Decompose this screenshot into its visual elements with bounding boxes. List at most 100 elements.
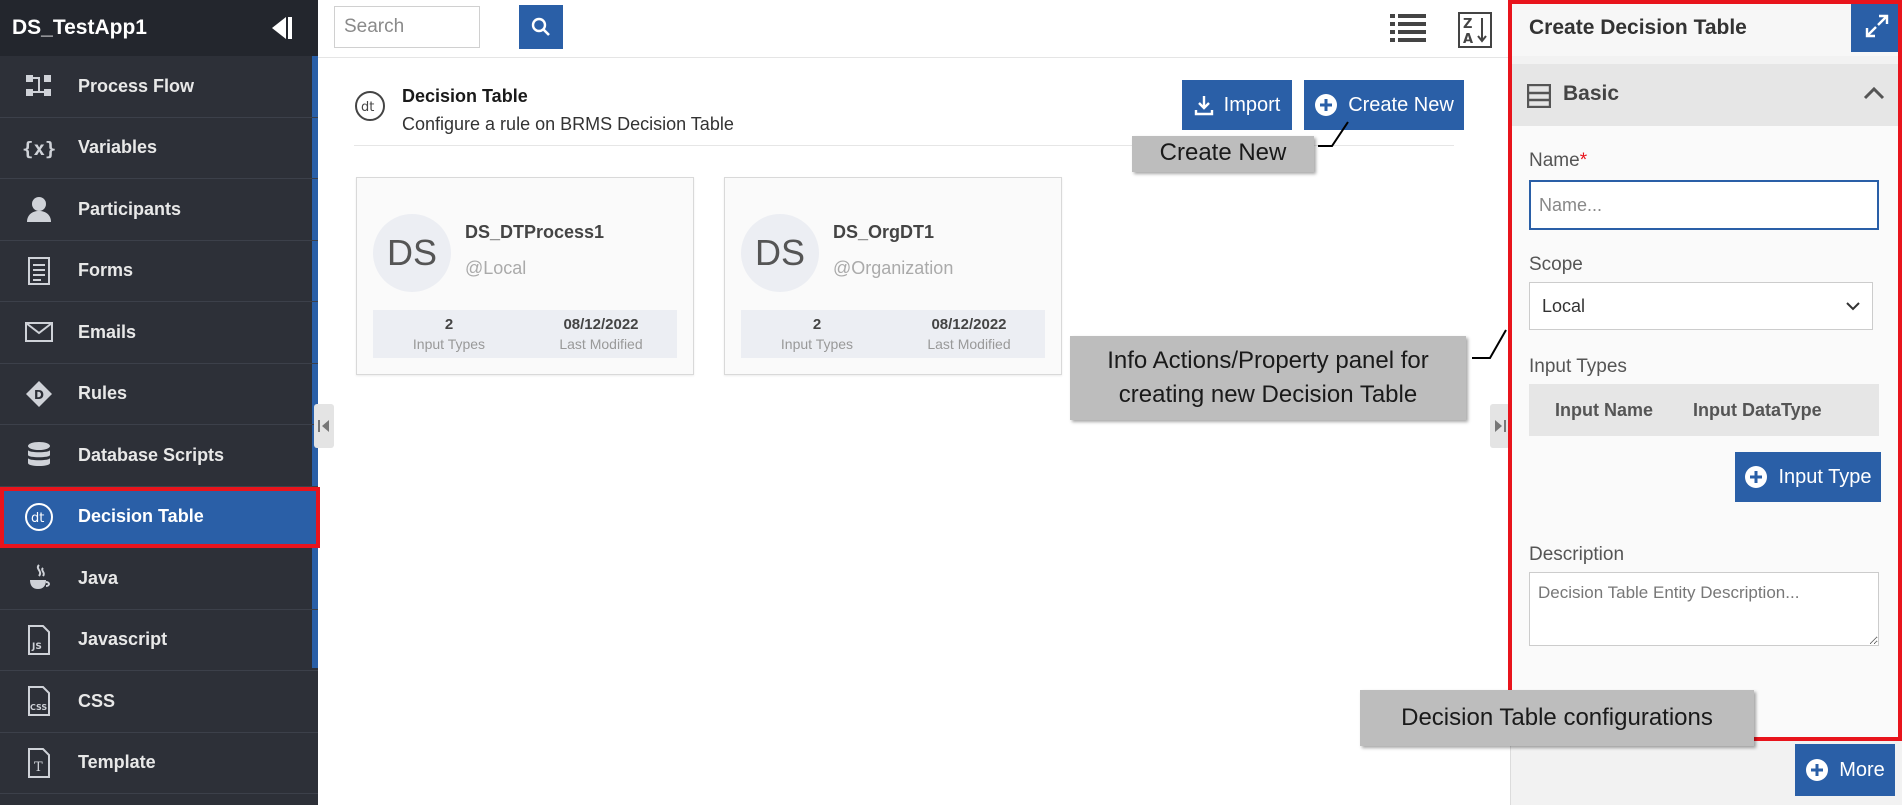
avatar: DS (373, 214, 451, 292)
sidebar-item-label: Java (78, 567, 119, 588)
top-toolbar: ZA (318, 0, 1510, 58)
sort-alpha-icon: ZA (1458, 12, 1492, 48)
sort-button[interactable]: ZA (1458, 12, 1492, 48)
svg-text:dt: dt (31, 511, 44, 526)
app-title: DS_TestApp1 (12, 16, 147, 39)
sidebar: DS_TestApp1 Process Flow {x} Variables P… (0, 0, 320, 805)
search-button[interactable] (519, 5, 563, 49)
right-panel-toggle[interactable] (1490, 404, 1510, 448)
sidebar-item-label: CSS (78, 690, 116, 711)
callout-info-panel: Info Actions/Property panel for creating… (1070, 336, 1466, 420)
card-stats: 2 Input Types 08/12/2022 Last Modified (741, 310, 1045, 358)
sidebar-item-template[interactable]: T Template (0, 733, 318, 794)
javascript-icon: JS (0, 624, 78, 655)
decision-table-card[interactable]: DS DS_OrgDT1 @Organization 2 Input Types… (724, 177, 1062, 375)
list-view-icon (1390, 14, 1426, 42)
sidebar-item-label: Javascript (78, 629, 168, 650)
add-input-type-button[interactable]: Input Type (1735, 452, 1881, 502)
svg-text:T: T (34, 760, 43, 775)
stat-label: Last Modified (927, 336, 1011, 352)
stat-value: 08/12/2022 (931, 316, 1007, 333)
property-panel: Create Decision Table Basic Name* Scope … (1510, 0, 1902, 805)
svg-text:A: A (1463, 32, 1473, 47)
stat-input-types: 2 Input Types (741, 310, 893, 358)
import-button-label: Import (1223, 93, 1281, 116)
expand-panel-button[interactable] (1851, 0, 1902, 52)
more-button[interactable]: More (1795, 744, 1895, 796)
sidebar-item-label: Database Scripts (78, 444, 225, 465)
input-types-table-header: Input Name Input DataType (1529, 384, 1879, 436)
participants-icon (0, 195, 78, 223)
sidebar-item-emails[interactable]: Emails (0, 302, 318, 364)
chevron-up-icon[interactable] (1863, 86, 1885, 105)
sidebar-item-label: Rules (78, 383, 128, 404)
callout-create-new: Create New (1132, 136, 1314, 172)
sidebar-item-variables[interactable]: {x} Variables (0, 118, 318, 179)
import-button[interactable]: Import (1182, 80, 1292, 130)
input-type-button-label: Input Type (1778, 465, 1872, 488)
sidebar-item-database-scripts[interactable]: Database Scripts (0, 425, 318, 487)
variables-icon: {x} (0, 136, 78, 160)
basic-section-header[interactable]: Basic (1511, 64, 1902, 126)
description-label: Description (1529, 544, 1625, 565)
description-field[interactable] (1529, 572, 1879, 646)
app-header: DS_TestApp1 (0, 0, 318, 56)
section-title: Basic (1563, 82, 1620, 105)
search-input[interactable] (334, 6, 480, 48)
decision-table-icon: dt (0, 502, 78, 532)
sidebar-item-label: Decision Table (78, 506, 204, 527)
more-button-label: More (1839, 758, 1885, 781)
template-icon: T (0, 747, 78, 778)
page-title: Decision Table (402, 86, 528, 106)
page-subtitle: Configure a rule on BRMS Decision Table (402, 114, 734, 134)
stat-label: Input Types (412, 336, 486, 352)
svg-text:{x}: {x} (22, 138, 56, 160)
sidebar-item-label: Variables (78, 137, 158, 158)
sidebar-item-label: Forms (78, 260, 134, 281)
css-icon: CSS (0, 686, 78, 717)
sidebar-item-label: Process Flow (78, 75, 195, 96)
left-panel-toggle[interactable] (314, 404, 334, 448)
panel-title: Create Decision Table (1529, 16, 1747, 39)
stat-value: 2 (444, 316, 454, 333)
scope-select[interactable]: Local (1529, 282, 1873, 330)
scope-label: Scope (1529, 254, 1583, 275)
panel-header: Create Decision Table (1511, 0, 1902, 56)
sidebar-item-forms[interactable]: Forms (0, 241, 318, 302)
callout-line: Info Actions/Property panel for (1107, 347, 1429, 374)
svg-text:D: D (34, 388, 44, 402)
card-scope: @Local (465, 258, 527, 278)
list-view-button[interactable] (1390, 12, 1426, 44)
callout-configurations: Decision Table configurations (1360, 690, 1754, 746)
sidebar-item-process-flow[interactable]: Process Flow (0, 56, 318, 118)
panel-body: Name* Scope Local Input Types Input Name… (1511, 126, 1902, 740)
card-scope: @Organization (833, 258, 954, 278)
stat-last-modified: 08/12/2022 Last Modified (893, 310, 1045, 358)
collapse-right-icon (1495, 420, 1506, 432)
card-name: DS_DTProcess1 (465, 222, 605, 242)
create-new-button-label: Create New (1348, 93, 1454, 116)
card-name: DS_OrgDT1 (833, 222, 935, 242)
create-new-button[interactable]: Create New (1304, 80, 1464, 130)
svg-text:CSS: CSS (30, 703, 47, 712)
stat-input-types: 2 Input Types (373, 310, 525, 358)
sidebar-item-css[interactable]: CSS CSS (0, 671, 318, 733)
sidebar-item-label: Participants (78, 198, 182, 219)
sidebar-item-java[interactable]: Java (0, 548, 318, 610)
sidebar-item-javascript[interactable]: JS Javascript (0, 610, 318, 671)
collapse-sidebar-button[interactable] (266, 13, 296, 43)
decision-table-card[interactable]: DS DS_DTProcess1 @Local 2 Input Types 08… (356, 177, 694, 375)
form-icon (1526, 83, 1552, 113)
database-icon (0, 441, 78, 469)
sidebar-item-rules[interactable]: D Rules (0, 364, 318, 425)
plus-circle-icon (1745, 466, 1768, 488)
collapse-left-icon (272, 17, 292, 39)
sidebar-item-label: Template (78, 752, 156, 773)
search-icon (531, 17, 550, 36)
sidebar-item-participants[interactable]: Participants (0, 179, 318, 241)
avatar: DS (741, 214, 819, 292)
emails-icon (0, 322, 78, 343)
name-field[interactable] (1529, 180, 1879, 230)
scope-value: Local (1542, 295, 1586, 316)
sidebar-item-decision-table[interactable]: dt Decision Table (0, 486, 320, 548)
